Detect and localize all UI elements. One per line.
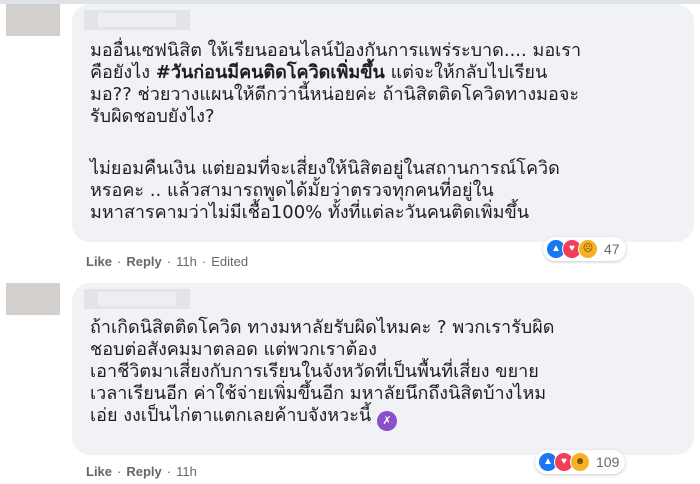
- comment-actions: Like · Reply · 11h · Edited: [86, 254, 248, 269]
- separator-dot: ·: [117, 464, 122, 479]
- reply-link[interactable]: Reply: [126, 464, 161, 479]
- comment-text: มออื่นเซฟนิสิต ให้เรียนออนไลน์ป้องกันการ…: [90, 40, 581, 128]
- avatar[interactable]: [6, 4, 60, 36]
- avatar[interactable]: [6, 283, 60, 315]
- reaction-count: 47: [604, 241, 620, 257]
- comment-text: ไม่ยอมคืนเงิน แต่ยอมที่จะเสี่ยงให้นิสิตอ…: [90, 158, 560, 223]
- comment-bubble: ถ้าเกิดนิสิตติดโควิด ทางมหาลัยรับผิดไหมค…: [72, 283, 694, 455]
- comment-bubble: มออื่นเซฟนิสิต ให้เรียนออนไลน์ป้องกันการ…: [72, 4, 694, 242]
- haha-icon: ☻: [570, 452, 590, 472]
- separator-dot: ·: [117, 254, 122, 269]
- timestamp[interactable]: 11h: [176, 254, 197, 269]
- comment-actions: Like · Reply · 11h: [86, 464, 197, 479]
- sad-icon: ☹: [578, 239, 598, 259]
- hashtag-link[interactable]: #วันก่อนมีคนติดโควิดเพิ่มขึ้น: [156, 62, 385, 83]
- separator-dot: ·: [166, 254, 172, 269]
- timestamp[interactable]: 11h: [176, 464, 197, 479]
- like-link[interactable]: Like: [86, 254, 112, 269]
- dizzy-face-emoji: ✗: [376, 411, 397, 431]
- separator-dot: ·: [201, 254, 207, 269]
- text-segment: ถ้าเกิดนิสิตติดโควิด ทางมหาลัยรับผิดไหมค…: [90, 317, 555, 426]
- reply-link[interactable]: Reply: [126, 254, 161, 269]
- reactions-summary[interactable]: ▲ ♥ ☹ 47: [543, 237, 626, 261]
- reactions-summary[interactable]: ▲ ♥ ☻ 109: [535, 450, 626, 474]
- edited-label[interactable]: Edited: [211, 254, 248, 269]
- author-name-redacted[interactable]: [84, 289, 190, 309]
- comment-text: ถ้าเกิดนิสิตติดโควิด ทางมหาลัยรับผิดไหมค…: [90, 317, 554, 431]
- separator-dot: ·: [166, 464, 172, 479]
- like-link[interactable]: Like: [86, 464, 112, 479]
- author-name-redacted[interactable]: [84, 10, 190, 30]
- reaction-count: 109: [596, 454, 620, 470]
